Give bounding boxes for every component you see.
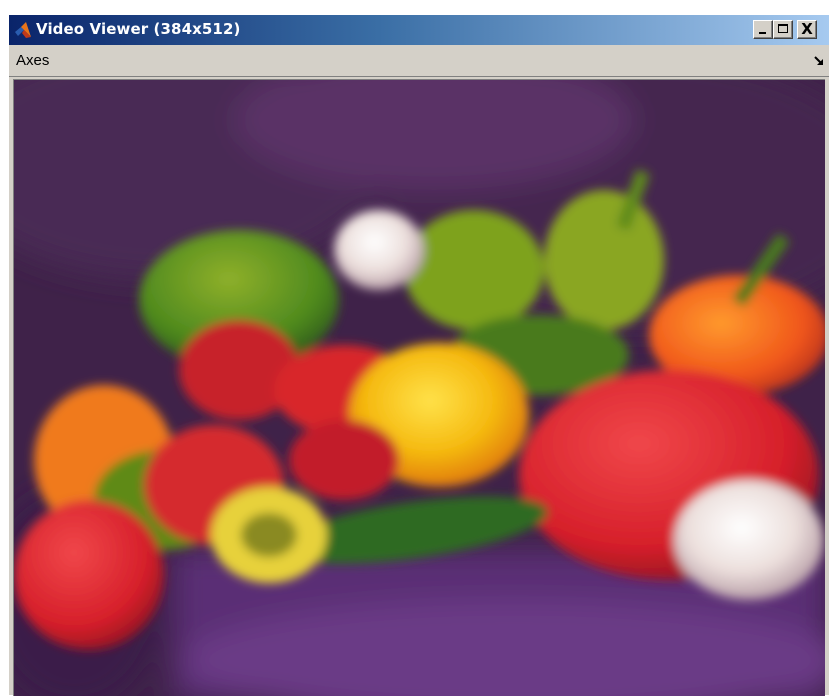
title-bar[interactable]: Video Viewer (384x512) X [9,15,829,45]
matlab-icon [15,22,31,38]
maximize-icon [778,24,788,33]
close-icon: X [801,20,813,38]
dock-arrow-icon[interactable] [814,56,824,66]
minimize-icon [759,32,766,34]
menu-bar: Axes [9,45,829,77]
close-button[interactable]: X [797,20,817,39]
maximize-button[interactable] [773,20,793,39]
minimize-button[interactable] [753,20,773,39]
video-display [13,79,825,696]
menu-axes[interactable]: Axes [14,52,51,69]
video-viewer-window: Video Viewer (384x512) X Axes [8,14,829,696]
window-title: Video Viewer (384x512) [36,20,241,38]
peppers-frame-image [14,80,825,696]
